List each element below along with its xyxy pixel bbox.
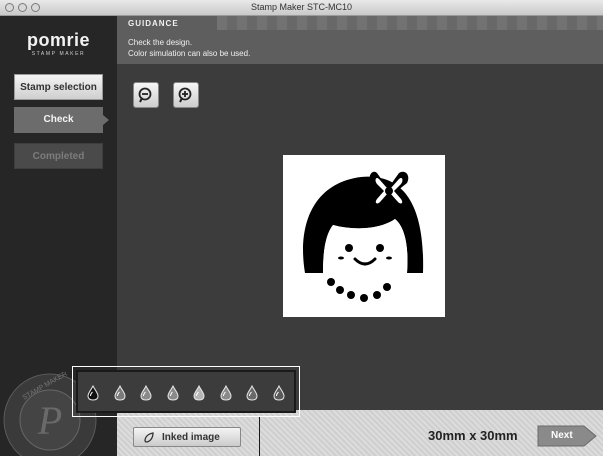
next-label: Next: [551, 430, 573, 441]
step-label: Completed: [32, 151, 85, 162]
callout-line: [259, 417, 260, 456]
stamp-size-label: 30mm x 30mm: [428, 428, 518, 443]
window-title: Stamp Maker STC-MC10: [250, 2, 353, 12]
ink-color-8-icon[interactable]: [272, 385, 286, 401]
window-titlebar: Stamp Maker STC-MC10: [0, 0, 603, 16]
ink-color-5-icon[interactable]: [192, 385, 206, 401]
next-button[interactable]: Next: [536, 425, 597, 447]
preview-area: [117, 64, 603, 410]
inked-image-label: Inked image: [162, 432, 220, 443]
ink-color-3-icon[interactable]: [139, 385, 153, 401]
zoom-out-icon: [138, 87, 152, 103]
ink-palette-highlight: [72, 366, 300, 417]
zoom-out-button[interactable]: [133, 82, 159, 108]
logo-subtitle: STAMP MAKER: [31, 51, 86, 57]
zoom-in-button[interactable]: [173, 82, 199, 108]
step-check: Check: [14, 107, 109, 133]
ink-color-1-icon[interactable]: [86, 385, 100, 401]
girl-design-image: [303, 171, 424, 302]
inked-image-button[interactable]: Inked image: [133, 427, 241, 447]
step-label: Stamp selection: [20, 82, 97, 93]
ink-color-4-icon[interactable]: [166, 385, 180, 401]
ink-color-2-icon[interactable]: [113, 385, 127, 401]
ink-palette: [76, 370, 296, 413]
guidance-text-2: Color simulation can also be used.: [128, 49, 251, 58]
ink-drop-icon: [144, 432, 154, 443]
current-step-arrow-icon: [103, 115, 109, 125]
step-completed: Completed: [14, 143, 103, 169]
step-label: Check: [43, 114, 74, 125]
svg-text:P: P: [37, 398, 62, 443]
ink-color-6-icon[interactable]: [219, 385, 233, 401]
guidance-panel: GUIDANCE Check the design. Color simulat…: [117, 16, 603, 64]
step-stamp-selection[interactable]: Stamp selection: [14, 74, 103, 100]
stamp-preview: [283, 155, 445, 317]
app-logo: pomrie STAMP MAKER: [0, 30, 117, 57]
zoom-in-icon: [178, 87, 192, 103]
guidance-pattern: [217, 16, 603, 30]
guidance-text-1: Check the design.: [128, 38, 193, 47]
guidance-title: GUIDANCE: [128, 19, 179, 28]
ink-color-7-icon[interactable]: [245, 385, 259, 401]
logo-brand: pomrie: [26, 30, 90, 50]
